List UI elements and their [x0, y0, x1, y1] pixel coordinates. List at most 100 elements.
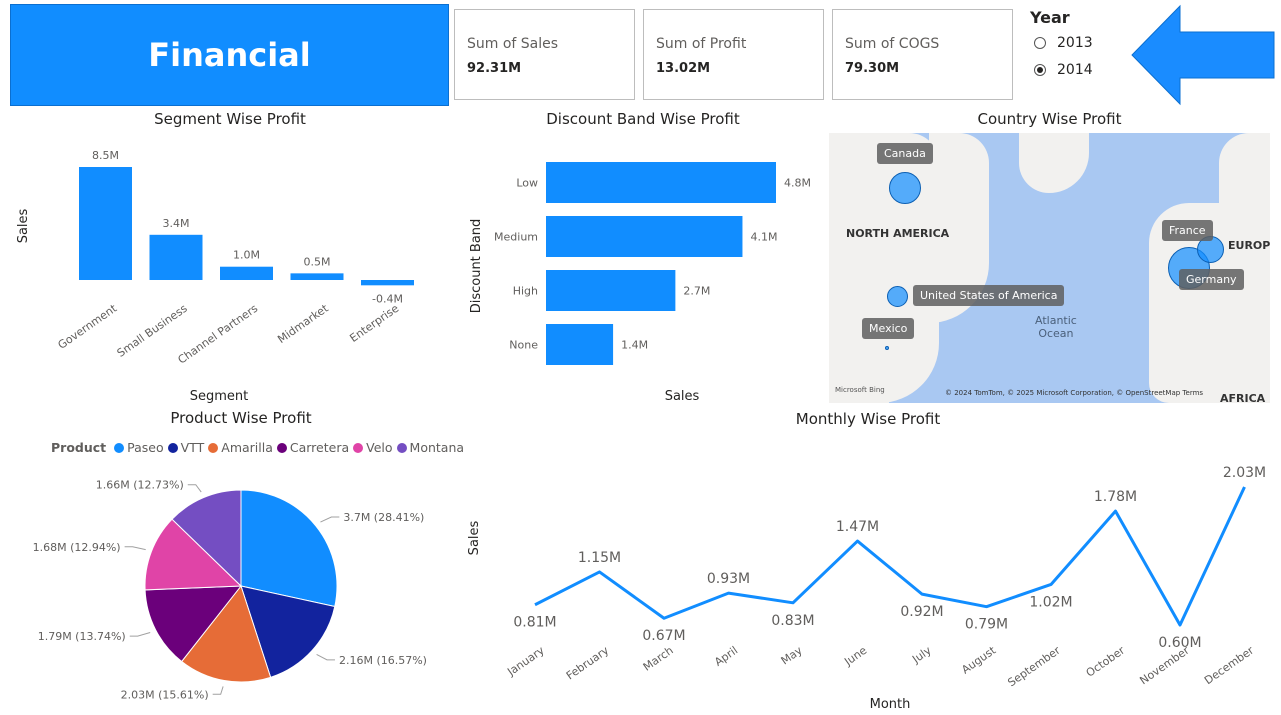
monthly-data-label: 0.93M — [707, 571, 750, 587]
pie-leader-line — [320, 516, 340, 523]
monthly-tick-label: February — [564, 644, 612, 683]
segment-y-axis-title: Sales — [16, 208, 31, 243]
legend-item[interactable]: Velo — [353, 440, 393, 455]
legend-items: Paseo VTT Amarilla Carretera Velo Montana — [114, 440, 468, 455]
pie-leader-line — [187, 484, 202, 493]
map-label-africa: AFRICA — [1220, 392, 1266, 403]
legend-item[interactable]: Carretera — [276, 440, 350, 455]
monthly-data-label: 0.83M — [771, 613, 814, 629]
legend-dot-icon — [167, 442, 178, 453]
pie-data-label: 2.16M (16.57%) — [339, 654, 427, 667]
legend-label: Amarilla — [221, 440, 273, 455]
radio-icon[interactable] — [1034, 37, 1046, 49]
discount-bar — [546, 162, 776, 203]
country-chart-title: Country Wise Profit — [977, 110, 1122, 128]
country-map[interactable]: NORTH AMERICA EUROPE AFRICA Atlantic Oce… — [829, 133, 1270, 403]
kpi-label: Sum of Profit — [656, 36, 747, 52]
map-label-canada: Canada — [877, 143, 933, 164]
segment-bar-chart: 8.5MGovernment3.4MSmall Business1.0MChan… — [16, 149, 414, 404]
map-label-france: France — [1162, 220, 1213, 241]
kpi-card-cogs[interactable]: Sum of COGS 79.30M — [832, 9, 1013, 100]
discount-tick-label: Medium — [494, 231, 538, 244]
segment-tick-label: Small Business — [115, 302, 190, 360]
legend-dot-icon — [353, 442, 364, 453]
slicer-option-2013[interactable]: 2013 — [1030, 35, 1130, 51]
legend-item[interactable]: Amarilla — [208, 440, 273, 455]
legend-label: Montana — [409, 440, 465, 455]
map-provider-logo: Microsoft Bing — [835, 386, 885, 394]
pie-data-label: 1.66M (12.73%) — [96, 479, 184, 492]
land-greenland — [1019, 133, 1089, 193]
legend-label: Velo — [366, 440, 393, 455]
kpi-value: 13.02M — [656, 61, 711, 76]
kpi-value: 79.30M — [845, 61, 900, 76]
monthly-data-label: 0.81M — [513, 615, 556, 631]
kpi-card-profit[interactable]: Sum of Profit 13.02M — [643, 9, 824, 100]
monthly-data-label: 1.47M — [836, 519, 879, 535]
discount-data-label: 2.7M — [683, 285, 710, 298]
pie-leader-line — [129, 631, 151, 637]
slicer-title: Year — [1030, 8, 1070, 27]
product-legend: Product Paseo VTT Amarilla Carretera Velo Mon… — [51, 440, 468, 455]
product-chart-title: Product Wise Profit — [170, 409, 312, 427]
discount-chart-title: Discount Band Wise Profit — [546, 110, 740, 128]
discount-tick-label: Low — [516, 177, 538, 190]
map-bubble-usa[interactable] — [887, 286, 908, 307]
slicer-option-label: 2013 — [1057, 35, 1093, 51]
segment-bar — [361, 280, 414, 286]
monthly-tick-label: August — [959, 643, 999, 676]
monthly-data-label: 1.78M — [1094, 489, 1137, 505]
dashboard-title-banner: Financial — [10, 4, 449, 106]
slicer-option-label: 2014 — [1057, 62, 1093, 78]
legend-dot-icon — [208, 442, 219, 453]
kpi-label: Sum of COGS — [845, 36, 940, 52]
discount-data-label: 1.4M — [621, 339, 648, 352]
monthly-tick-label: July — [909, 644, 934, 667]
legend-dot-icon — [276, 442, 287, 453]
monthly-data-label: 0.92M — [900, 604, 943, 620]
radio-selected-icon[interactable] — [1034, 64, 1046, 76]
kpi-card-sales[interactable]: Sum of Sales 92.31M — [454, 9, 635, 100]
monthly-chart-title: Monthly Wise Profit — [795, 410, 941, 428]
ocean-label-line: Ocean — [1038, 327, 1074, 340]
discount-bar — [546, 270, 676, 311]
legend-label: Carretera — [289, 440, 350, 455]
monthly-tick-label: April — [712, 644, 740, 669]
segment-data-label: -0.4M — [372, 292, 403, 305]
segment-data-label: 8.5M — [92, 149, 119, 162]
monthly-tick-label: March — [641, 644, 676, 674]
map-bubble-canada[interactable] — [889, 172, 921, 204]
segment-tick-label: Enterprise — [347, 302, 401, 345]
ocean-label-line: Atlantic — [1035, 314, 1077, 327]
segment-tick-label: Midmarket — [275, 301, 331, 346]
legend-item[interactable]: VTT — [167, 440, 204, 455]
segment-chart-title: Segment Wise Profit — [154, 110, 306, 128]
discount-bar-chart: 4.8M Low 4.1M Medium 2.7M High 1.4M None Sales Di… — [469, 162, 811, 404]
segment-x-axis-title: Segment — [190, 389, 249, 404]
monthly-data-label: 0.79M — [965, 617, 1008, 633]
left-arrow-shape — [1131, 4, 1275, 106]
segment-bar — [220, 266, 273, 280]
legend-dot-icon — [114, 442, 125, 453]
map-ocean-label: Atlantic Ocean — [1035, 314, 1077, 340]
year-slicer[interactable]: Year 2013 2014 — [1030, 8, 1130, 98]
segment-bar — [149, 234, 203, 280]
legend-title: Product — [51, 440, 107, 455]
monthly-tick-label: May — [779, 644, 805, 668]
land-scandinavia — [1219, 133, 1270, 213]
map-label-europe: EUROPE — [1228, 239, 1270, 252]
map-bubble-mexico[interactable] — [885, 346, 889, 350]
monthly-series-line — [534, 486, 1246, 627]
monthly-data-label: 2.03M — [1223, 465, 1266, 481]
discount-bar — [546, 216, 743, 257]
segment-bar — [290, 273, 344, 280]
legend-item[interactable]: Montana — [396, 440, 465, 455]
slicer-option-2014[interactable]: 2014 — [1030, 62, 1130, 78]
legend-item[interactable]: Paseo — [114, 440, 164, 455]
discount-tick-label: None — [509, 339, 538, 352]
legend-label: Paseo — [127, 440, 164, 455]
legend-dot-icon — [396, 442, 407, 453]
pie-data-label: 1.79M (13.74%) — [38, 630, 126, 643]
map-attribution[interactable]: © 2024 TomTom, © 2025 Microsoft Corporat… — [945, 389, 1203, 397]
segment-data-label: 0.5M — [304, 255, 331, 268]
